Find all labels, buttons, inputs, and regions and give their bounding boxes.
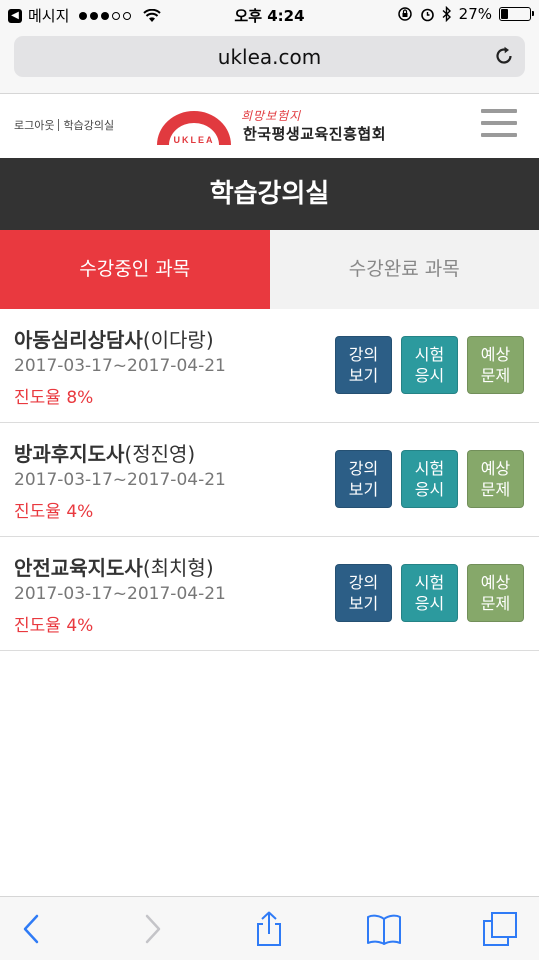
practice-questions-button[interactable]: 예상 문제	[467, 336, 524, 394]
course-list: 아동심리상담사(이다랑) 2017-03-17~2017-04-21 진도율 8…	[0, 309, 539, 651]
button-label-line: 시험	[414, 573, 445, 592]
logo-mark-text: UKLEA	[174, 135, 215, 145]
view-lecture-button[interactable]: 강의 보기	[335, 336, 392, 394]
hamburger-menu-icon[interactable]	[481, 109, 517, 139]
course-progress: 진도율 4%	[14, 502, 94, 522]
course-period: 2017-03-17~2017-04-21	[14, 470, 226, 490]
tab-completed[interactable]: 수강완료 과목	[269, 230, 539, 309]
course-actions: 강의 보기 시험 응시 예상 문제	[335, 450, 524, 508]
practice-questions-button[interactable]: 예상 문제	[467, 450, 524, 508]
button-label-line: 예상	[480, 573, 511, 592]
course-period: 2017-03-17~2017-04-21	[14, 356, 226, 376]
logo-slogan: 희망보험지	[241, 109, 302, 123]
button-label-line: 응시	[414, 594, 445, 613]
button-label-line: 보기	[348, 480, 379, 499]
button-label-line: 강의	[348, 573, 379, 592]
status-right: 27%	[397, 5, 534, 23]
button-label-line: 시험	[414, 459, 445, 478]
header-links: 로그아웃 학습강의실	[14, 117, 114, 133]
alarm-icon	[420, 8, 434, 21]
link-divider	[58, 119, 60, 131]
tab-in-progress[interactable]: 수강중인 과목	[0, 230, 270, 309]
button-label-line: 응시	[414, 366, 445, 385]
button-label-line: 보기	[348, 594, 379, 613]
practice-questions-button[interactable]: 예상 문제	[467, 564, 524, 622]
site-logo[interactable]: UKLEA 희망보험지 한국평생교육진흥협회	[153, 103, 393, 151]
button-label-line: 강의	[348, 345, 379, 364]
button-label-line: 응시	[414, 480, 445, 499]
course-instructor: (이다랑)	[142, 328, 214, 352]
take-exam-button[interactable]: 시험 응시	[401, 336, 458, 394]
logout-link[interactable]: 로그아웃	[14, 117, 54, 133]
logo-arc-icon: UKLEA	[157, 111, 231, 145]
course-name: 방과후지도사	[14, 442, 125, 466]
reload-icon[interactable]	[493, 45, 515, 67]
status-bar: ◀ 메시지 오후 4:24 27%	[0, 0, 539, 30]
bluetooth-icon	[442, 6, 451, 22]
course-name: 안전교육지도사	[14, 556, 143, 580]
course-instructor: (정진영)	[124, 442, 196, 466]
take-exam-button[interactable]: 시험 응시	[401, 564, 458, 622]
share-icon[interactable]	[251, 911, 287, 947]
back-arrow-icon[interactable]	[14, 911, 50, 947]
course-progress: 진도율 8%	[14, 388, 94, 408]
course-item: 아동심리상담사(이다랑) 2017-03-17~2017-04-21 진도율 8…	[0, 309, 539, 423]
button-label-line: 강의	[348, 459, 379, 478]
browser-top-chrome: ◀ 메시지 오후 4:24 27% uklea.com	[0, 0, 539, 94]
course-tabs: 수강중인 과목 수강완료 과목	[0, 230, 539, 309]
button-label-line: 보기	[348, 366, 379, 385]
battery-icon	[499, 7, 534, 21]
url-text[interactable]: uklea.com	[14, 45, 525, 69]
page-title: 학습강의실	[0, 158, 539, 230]
course-name: 아동심리상담사	[14, 328, 143, 352]
button-label-line: 시험	[414, 345, 445, 364]
site-header: 로그아웃 학습강의실 UKLEA 희망보험지 한국평생교육진흥협회	[0, 95, 539, 158]
button-label-line: 문제	[480, 366, 511, 385]
course-actions: 강의 보기 시험 응시 예상 문제	[335, 564, 524, 622]
button-label-line: 예상	[480, 345, 511, 364]
forward-arrow-icon[interactable]	[134, 911, 170, 947]
bookmarks-icon[interactable]	[366, 911, 402, 947]
view-lecture-button[interactable]: 강의 보기	[335, 564, 392, 622]
address-bar[interactable]: uklea.com	[14, 36, 525, 77]
view-lecture-button[interactable]: 강의 보기	[335, 450, 392, 508]
logo-name: 한국평생교육진흥협회	[243, 125, 387, 143]
button-label-line: 문제	[480, 594, 511, 613]
button-label-line: 예상	[480, 459, 511, 478]
course-item: 방과후지도사(정진영) 2017-03-17~2017-04-21 진도율 4%…	[0, 423, 539, 537]
battery-percent: 27%	[458, 5, 492, 23]
tabs-icon[interactable]	[482, 911, 518, 947]
course-actions: 강의 보기 시험 응시 예상 문제	[335, 336, 524, 394]
button-label-line: 문제	[480, 480, 511, 499]
classroom-link[interactable]: 학습강의실	[63, 117, 114, 133]
take-exam-button[interactable]: 시험 응시	[401, 450, 458, 508]
browser-toolbar	[0, 896, 539, 960]
course-title[interactable]: 안전교육지도사(최치형)	[14, 552, 214, 581]
course-title[interactable]: 방과후지도사(정진영)	[14, 438, 195, 467]
course-progress: 진도율 4%	[14, 616, 94, 636]
course-item: 안전교육지도사(최치형) 2017-03-17~2017-04-21 진도율 4…	[0, 537, 539, 651]
orientation-lock-icon	[397, 7, 412, 21]
course-title[interactable]: 아동심리상담사(이다랑)	[14, 324, 214, 353]
course-instructor: (최치형)	[142, 556, 214, 580]
course-period: 2017-03-17~2017-04-21	[14, 584, 226, 604]
